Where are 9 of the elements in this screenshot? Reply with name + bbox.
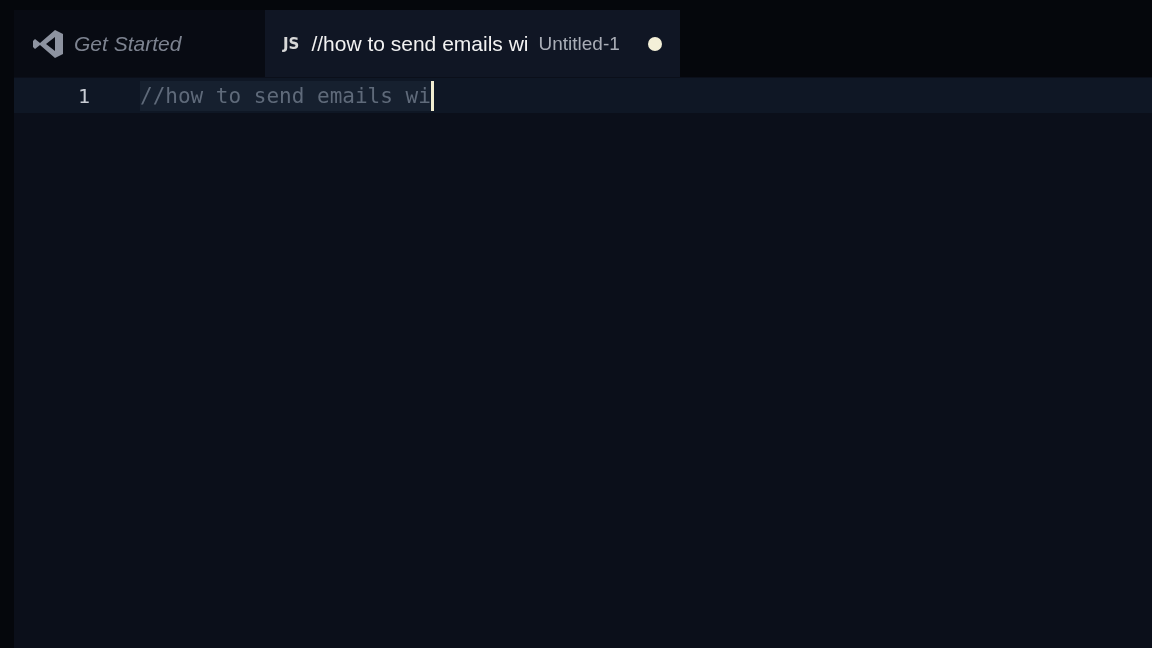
code-editor-logo-icon [32, 28, 64, 59]
text-cursor [430, 80, 434, 111]
line-number: 1 [77, 83, 92, 108]
editor-tab[interactable]: JS //how to send emails wi Untitled-1 [265, 10, 680, 77]
tab-description: Untitled-1 [538, 32, 620, 55]
editor-tab[interactable]: Get Started [14, 10, 265, 77]
javascript-file-icon: JS [283, 34, 300, 53]
tab-label: Get Started [74, 31, 182, 56]
tab-label: //how to send emails wi [311, 31, 529, 56]
